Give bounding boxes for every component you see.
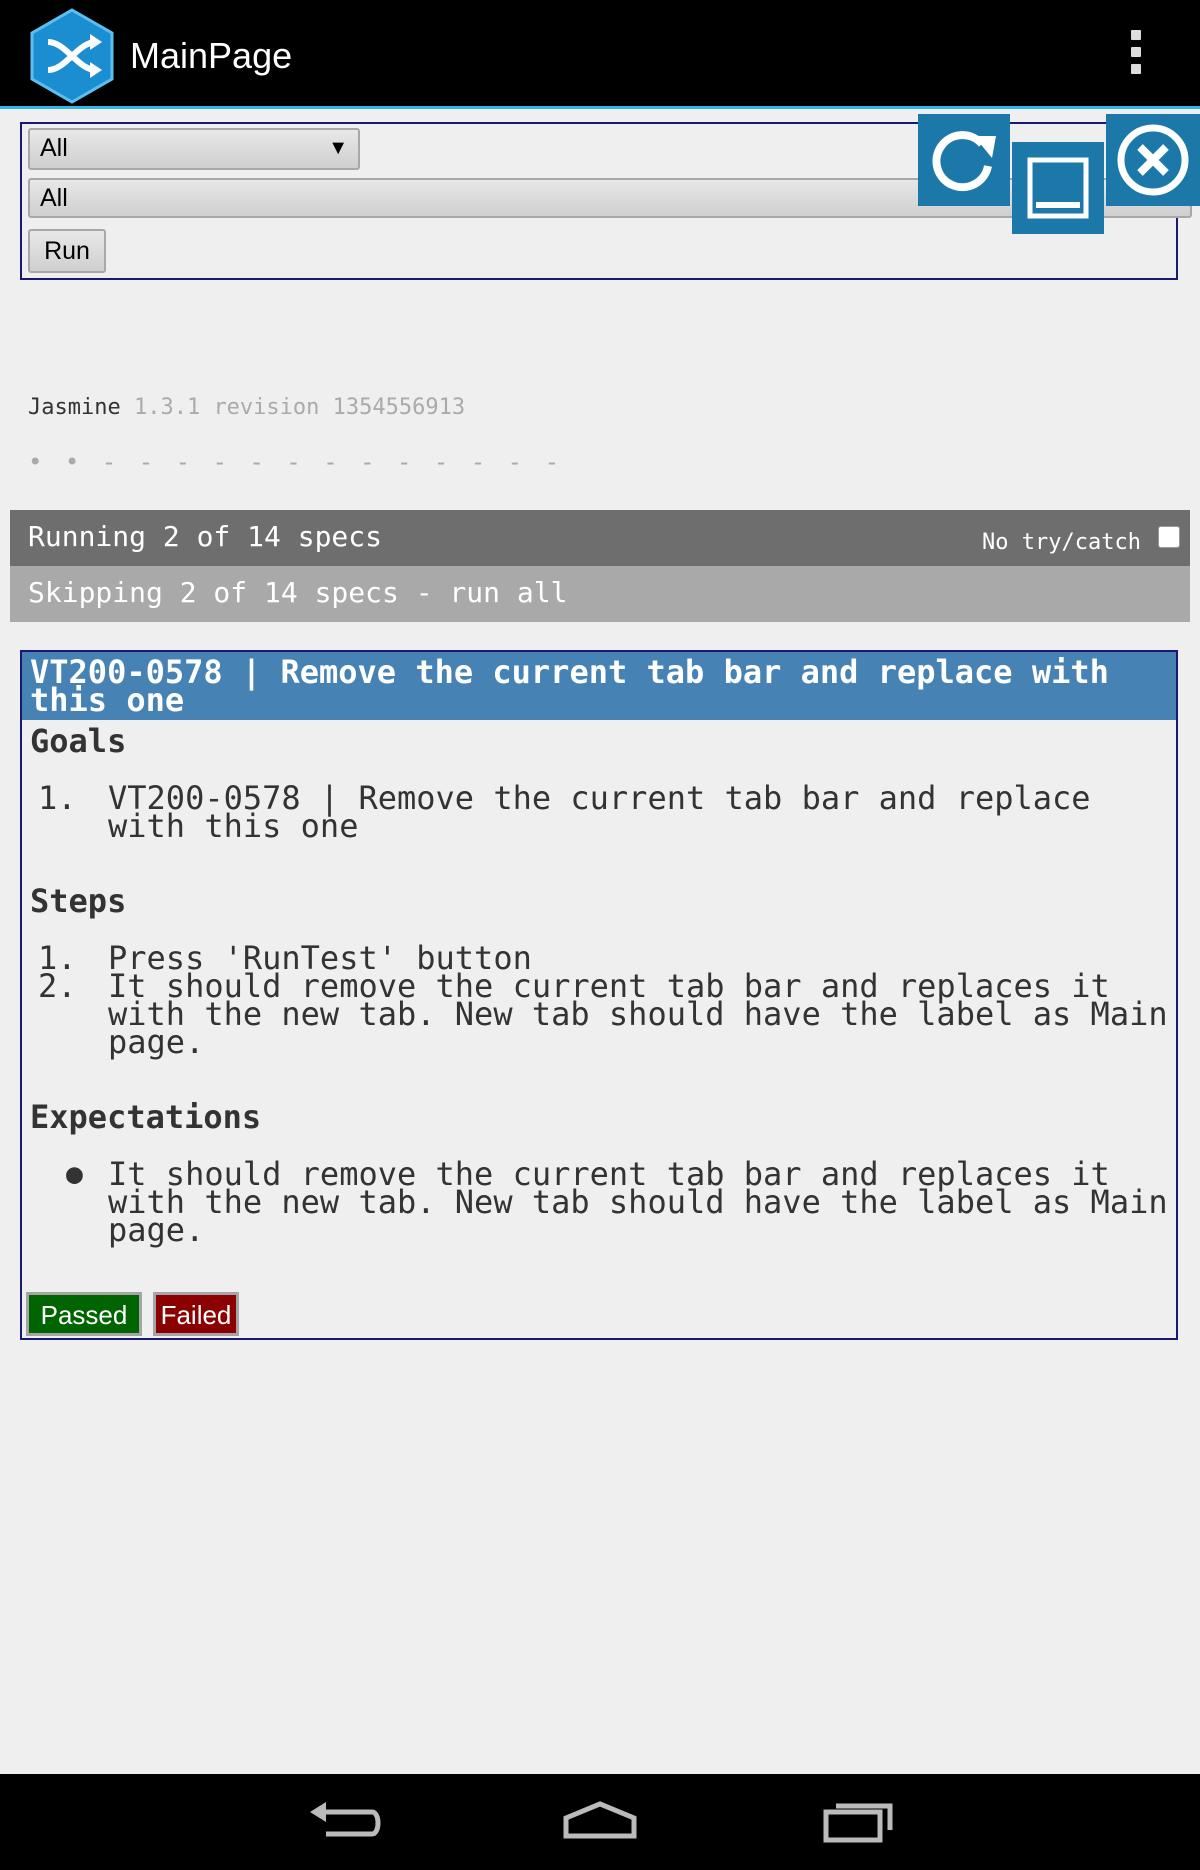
bullet-icon: ● — [66, 1157, 83, 1190]
category-select[interactable]: All ▼ — [28, 128, 360, 170]
app-logo-icon[interactable] — [28, 8, 116, 104]
chevron-down-icon: ▼ — [328, 137, 348, 159]
list-item: ● It should remove the current tab bar a… — [22, 1155, 1172, 1250]
back-icon[interactable] — [306, 1798, 386, 1846]
step-text: It should remove the current tab bar and… — [108, 967, 1168, 1061]
no-try-catch-checkbox[interactable] — [1158, 526, 1180, 548]
skipping-summary[interactable]: Skipping 2 of 14 specs - run all — [28, 576, 567, 609]
action-bar: MainPage — [0, 0, 1200, 109]
steps-heading: Steps — [30, 882, 127, 920]
failed-button[interactable]: Failed — [153, 1292, 239, 1336]
jasmine-version: 1.3.1 revision 1354556913 — [133, 395, 466, 420]
list-item: 2. It should remove the current tab bar … — [22, 967, 1172, 1062]
goal-number: 1. — [38, 779, 77, 817]
category-select-value: All — [40, 134, 68, 162]
spec-title: VT200-0578 | Remove the current tab bar … — [22, 652, 1176, 720]
recent-apps-icon[interactable] — [822, 1798, 894, 1846]
goal-text: VT200-0578 | Remove the current tab bar … — [108, 779, 1091, 845]
spec-card: VT200-0578 | Remove the current tab bar … — [20, 650, 1178, 1340]
refresh-icon — [932, 131, 996, 192]
symbol-summary: • • - - - - - - - - - - - - - — [28, 448, 564, 476]
navigation-bar — [0, 1774, 1200, 1870]
refresh-button[interactable] — [918, 114, 1010, 206]
jasmine-title: Jasmine — [28, 395, 121, 420]
expectation-text: It should remove the current tab bar and… — [108, 1155, 1168, 1249]
jasmine-banner: Jasmine 1.3.1 revision 1354556913 — [28, 395, 465, 420]
close-icon — [1117, 124, 1189, 196]
spec-select-value: All — [40, 184, 68, 212]
goals-heading: Goals — [30, 722, 127, 760]
overflow-menu-icon[interactable] — [1120, 30, 1152, 80]
expectations-heading: Expectations — [30, 1098, 262, 1136]
running-summary: Running 2 of 14 specs — [28, 520, 383, 553]
minimize-button[interactable] — [1012, 142, 1104, 234]
skipping-bar[interactable]: Skipping 2 of 14 specs - run all — [10, 566, 1190, 622]
home-icon[interactable] — [562, 1798, 638, 1846]
list-item: 1. VT200-0578 | Remove the current tab b… — [22, 779, 1172, 845]
passed-button[interactable]: Passed — [26, 1292, 142, 1336]
close-button[interactable] — [1106, 114, 1200, 206]
step-number: 2. — [38, 967, 77, 1005]
minimize-icon — [1027, 157, 1089, 219]
run-button[interactable]: Run — [28, 229, 106, 273]
running-bar: Running 2 of 14 specs No try/catch — [10, 510, 1190, 566]
no-try-catch-label: No try/catch — [982, 530, 1141, 555]
app-title: MainPage — [130, 35, 293, 76]
